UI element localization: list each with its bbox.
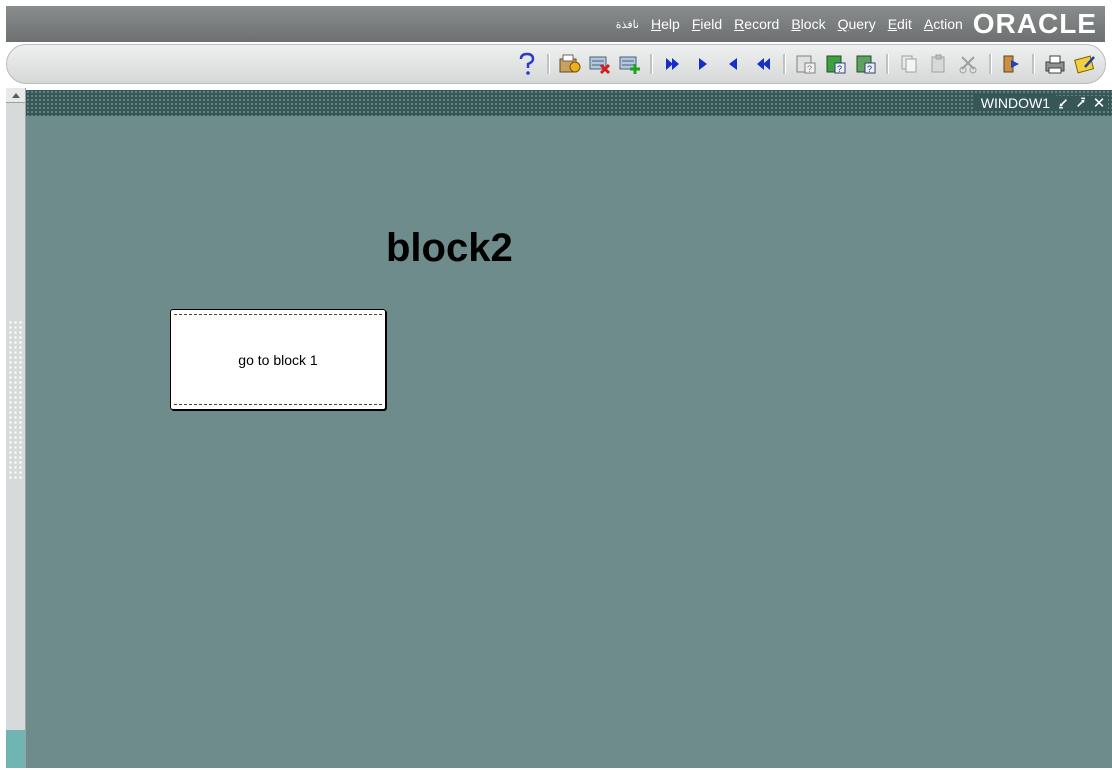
execute-query-icon[interactable]: ? xyxy=(824,51,848,77)
minimize-icon[interactable]: ⭹ xyxy=(1056,96,1070,111)
toolbar-separator xyxy=(1032,54,1035,74)
block-heading: block2 xyxy=(386,226,513,270)
insert-record-icon[interactable] xyxy=(618,51,642,77)
cancel-query-icon[interactable]: ? xyxy=(854,51,878,77)
toolbar-separator xyxy=(547,54,550,74)
last-record-icon[interactable] xyxy=(661,51,685,77)
exit-icon[interactable] xyxy=(1000,51,1024,77)
window-title: WINDOW1 xyxy=(974,95,1056,111)
edit-icon[interactable] xyxy=(1073,51,1097,77)
svg-text:?: ? xyxy=(837,64,842,74)
left-scroll-strip[interactable] xyxy=(6,88,26,768)
enter-query-icon[interactable]: ? xyxy=(794,51,818,77)
print-icon[interactable] xyxy=(1043,51,1067,77)
paste-icon[interactable] xyxy=(927,51,951,77)
previous-record-icon[interactable] xyxy=(721,51,745,77)
menu-window[interactable]: نافذة xyxy=(616,18,639,31)
copy-icon[interactable] xyxy=(897,51,921,77)
menu-edit[interactable]: Edit xyxy=(888,16,912,32)
go-to-block-1-button[interactable]: go to block 1 xyxy=(170,309,386,410)
menu-help[interactable]: Help xyxy=(651,16,680,32)
menu-items: نافذة Help Field Record Block Query Edit… xyxy=(616,16,963,32)
oracle-logo: ORACLE xyxy=(972,8,1097,39)
menu-bar: نافذة Help Field Record Block Query Edit… xyxy=(6,6,1105,42)
window-titlebar[interactable]: WINDOW1 ⭹ ⭷ ✕ xyxy=(26,90,1112,116)
toolbar-separator xyxy=(989,54,992,74)
menu-field[interactable]: Field xyxy=(692,16,722,32)
go-to-block-1-label: go to block 1 xyxy=(238,351,318,368)
maximize-icon[interactable]: ⭷ xyxy=(1074,96,1088,111)
save-icon[interactable] xyxy=(558,51,582,77)
toolbar-separator xyxy=(650,54,653,74)
scroll-grip[interactable] xyxy=(8,320,22,480)
menu-block[interactable]: Block xyxy=(791,16,825,32)
close-icon[interactable]: ✕ xyxy=(1092,96,1106,111)
form-canvas: block2 go to block 1 xyxy=(26,116,1112,768)
help-icon[interactable] xyxy=(515,51,539,77)
toolbar: ? ? ? xyxy=(6,44,1106,84)
menu-record[interactable]: Record xyxy=(734,16,779,32)
clear-record-icon[interactable] xyxy=(588,51,612,77)
next-record-icon[interactable] xyxy=(691,51,715,77)
cut-icon[interactable] xyxy=(957,51,981,77)
menu-query[interactable]: Query xyxy=(838,16,876,32)
toolbar-separator xyxy=(886,54,889,74)
first-record-icon[interactable] xyxy=(751,51,775,77)
scroll-up-arrow-icon[interactable] xyxy=(6,88,25,103)
scroll-strip-footer xyxy=(6,730,25,768)
svg-text:?: ? xyxy=(867,64,872,74)
svg-text:?: ? xyxy=(807,64,812,74)
menu-action[interactable]: Action xyxy=(924,16,963,32)
toolbar-separator xyxy=(783,54,786,74)
